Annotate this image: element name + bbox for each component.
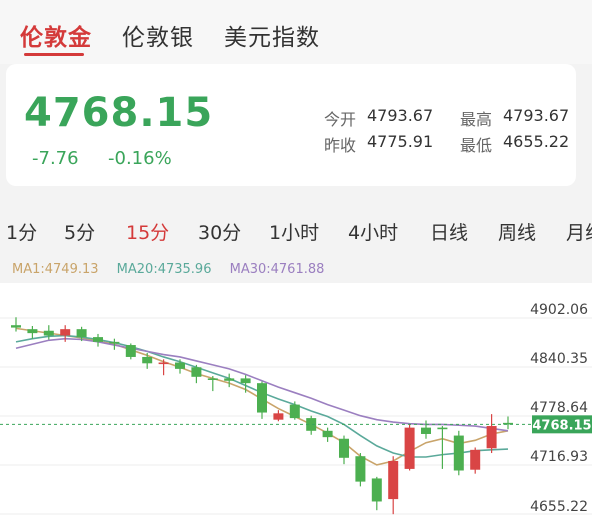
period-1min[interactable]: 1分 [6, 218, 37, 245]
tab-dollar-index[interactable]: 美元指数 [224, 18, 320, 52]
period-selector: 1分 5分 15分 30分 1小时 4小时 日线 周线 月线 [0, 208, 592, 252]
period-monthly[interactable]: 月线 [566, 218, 592, 245]
candle-body [486, 426, 497, 449]
ma-legend: MA1:4749.13 MA20:4735.96 MA30:4761.88 [12, 262, 338, 277]
period-5min[interactable]: 5分 [64, 218, 95, 245]
candle-body [93, 337, 103, 342]
candle-body [273, 413, 284, 420]
high-value: 4793.67 [503, 106, 570, 125]
prev-close-label: 昨收 [324, 136, 357, 155]
candle-body [43, 330, 54, 336]
price-change: -7.76 [32, 148, 79, 169]
candle-body [453, 435, 464, 471]
candle-body [289, 404, 300, 419]
candle-body [224, 378, 235, 381]
candle-body [207, 378, 218, 380]
candle-body [158, 362, 169, 365]
candle-body [27, 329, 38, 334]
price-change-percent: -0.16% [108, 148, 172, 169]
candle-body [175, 362, 185, 369]
candle-body [404, 427, 415, 469]
candle-body [388, 460, 399, 500]
low-label: 最低 [460, 136, 493, 155]
ma30-label: MA30:4761.88 [229, 262, 325, 277]
active-tab-indicator [24, 53, 84, 56]
tab-london-silver[interactable]: 伦敦银 [122, 18, 194, 52]
period-1hour[interactable]: 1小时 [269, 218, 319, 245]
candle-body [76, 329, 87, 338]
candle-body [109, 341, 120, 344]
y-tick-label: 4902.06 [530, 302, 588, 318]
instrument-tabs: 伦敦金 伦敦银 美元指数 [0, 0, 592, 64]
chart-canvas: 4902.06 4840.35 4778.64 4716.93 4655.22 4768.… [0, 302, 592, 515]
candle-body [355, 456, 366, 482]
y-tick-label: 4655.22 [530, 499, 588, 515]
y-tick-label: 4778.64 [530, 400, 588, 416]
candle-body [371, 478, 382, 502]
period-daily[interactable]: 日线 [430, 218, 468, 245]
high-label: 最高 [460, 110, 493, 129]
quote-card: 4768.15 -7.76 -0.16% 今开 4793.67 最高 4793.… [6, 64, 576, 186]
period-30min[interactable]: 30分 [198, 218, 241, 245]
tab-london-gold[interactable]: 伦敦金 [20, 18, 92, 52]
candle-body [125, 345, 136, 357]
candle-body [421, 427, 431, 434]
period-weekly[interactable]: 周线 [498, 218, 536, 245]
candle-body [322, 430, 333, 438]
candle-body [60, 329, 71, 336]
ma20-label: MA20:4735.96 [116, 262, 212, 277]
candle-body [191, 367, 202, 377]
low-value: 4655.22 [503, 132, 570, 151]
period-4hour[interactable]: 4小时 [348, 218, 398, 245]
open-label: 今开 [324, 110, 357, 129]
y-tick-label: 4716.93 [530, 449, 588, 465]
candle-body [142, 356, 153, 364]
candle-body [470, 449, 481, 470]
candle-body [437, 427, 448, 430]
period-15min[interactable]: 15分 [126, 218, 169, 245]
current-price-badge-label: 4768.15 [532, 418, 591, 433]
ma1-label: MA1:4749.13 [12, 262, 99, 277]
candle-body [257, 383, 267, 413]
candle-body [11, 325, 21, 328]
current-price: 4768.15 [24, 90, 214, 136]
candle-body [339, 438, 349, 458]
y-tick-label: 4840.35 [530, 351, 588, 367]
candlestick-chart[interactable]: 4902.06 4840.35 4778.64 4716.93 4655.22 4768.… [0, 283, 592, 521]
prev-close-value: 4775.91 [367, 132, 434, 151]
open-value: 4793.67 [367, 106, 434, 125]
candle-body [240, 378, 251, 384]
